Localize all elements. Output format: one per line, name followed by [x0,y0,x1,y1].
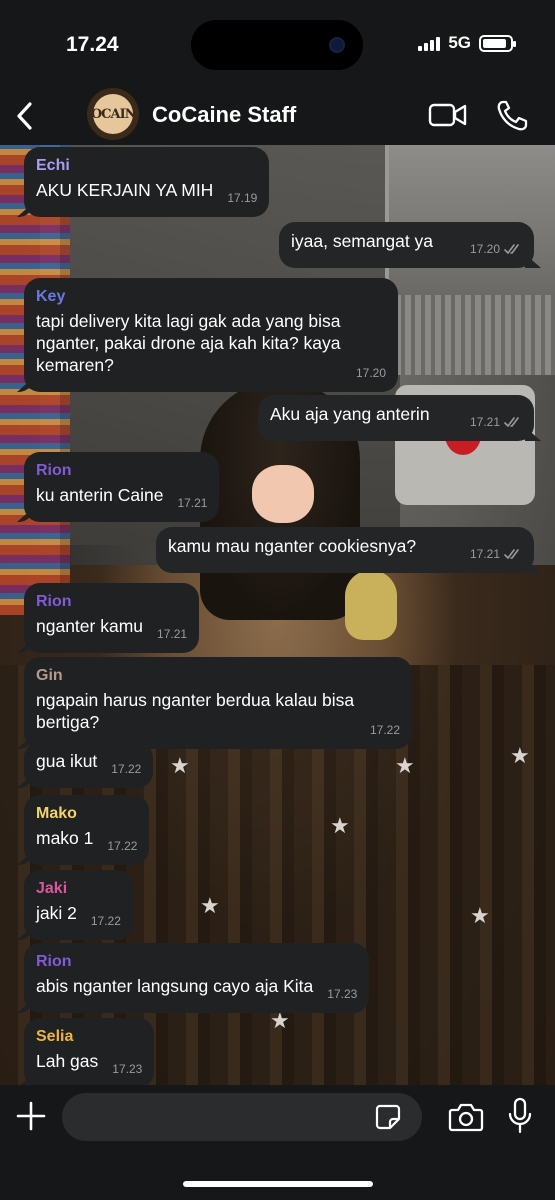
message-timestamp: 17.22 [369,723,400,737]
message-timestamp: 17.22 [107,839,138,853]
message-text: ku anterin Caine [36,485,164,505]
message-timestamp: 17.23 [112,1062,143,1076]
message-timestamp: 17.19 [227,191,258,205]
incoming-message[interactable]: Rion ku anterin Caine 17.21 [24,452,220,522]
message-timestamp: 17.20 [469,242,500,256]
chevron-left-icon[interactable] [12,100,38,132]
incoming-message[interactable]: Gin ngapain harus nganter berdua kalau bi… [24,657,412,749]
message-text: AKU KERJAIN YA MIH [36,180,214,200]
microphone-icon[interactable] [507,1097,533,1135]
message-timestamp: 17.22 [111,762,142,776]
home-indicator [183,1181,373,1187]
incoming-message[interactable]: Echi AKU KERJAIN YA MIH 17.19 [24,147,270,217]
message-text: kamu mau nganter cookiesnya? [168,536,417,556]
message-text: jaki 2 [36,903,77,923]
incoming-message[interactable]: Rion abis nganter langsung cayo aja Kita 1… [24,943,370,1013]
incoming-message[interactable]: Jaki jaki 2 17.22 [24,870,133,940]
message-timestamp: 17.23 [327,987,358,1001]
sender-name[interactable]: Selia [36,1026,142,1048]
plus-icon[interactable] [14,1099,48,1133]
incoming-message[interactable]: Selia Lah gas 17.23 [24,1018,155,1088]
message-text: gua ikut [36,751,98,771]
message-text: iyaa, semangat ya [291,231,434,251]
sender-name[interactable]: Key [36,286,386,308]
message-timestamp: 17.20 [355,366,386,380]
camera-icon[interactable] [448,1102,484,1132]
message-text: nganter kamu [36,616,144,636]
message-list[interactable]: Echi AKU KERJAIN YA MIH 17.19 iyaa, semanga… [0,145,555,1088]
incoming-message[interactable]: Key tapi delivery kita lagi gak ada yang … [24,278,398,392]
composer-bar [0,1085,555,1200]
signal-icon [418,35,441,51]
message-timestamp: 17.22 [90,914,121,928]
incoming-message[interactable]: Rion nganter kamu 17.21 [24,583,200,653]
incoming-message[interactable]: gua ikut 17.22 [24,742,154,788]
double-check-icon [504,549,519,559]
video-camera-icon[interactable] [428,98,468,132]
sticker-icon[interactable] [375,1104,401,1130]
message-timestamp: 17.21 [177,496,208,510]
sender-name[interactable]: Mako [36,803,137,825]
dynamic-island [191,20,363,70]
outgoing-message[interactable]: Aku aja yang anterin 17.21 [258,395,534,441]
message-input[interactable] [62,1093,422,1141]
message-text: Lah gas [36,1051,99,1071]
chat-header: COCAINE CoCaine Staff [0,88,555,145]
sender-name[interactable]: Rion [36,460,207,482]
sender-name[interactable]: Rion [36,951,357,973]
group-avatar[interactable]: COCAINE [87,88,139,140]
clock: 17.24 [66,33,119,56]
message-timestamp: 17.21 [469,415,500,429]
message-text: mako 1 [36,828,94,848]
sender-name[interactable]: Jaki [36,878,121,900]
network-label: 5G [448,33,471,52]
outgoing-message[interactable]: kamu mau nganter cookiesnya? 17.21 [156,527,534,573]
message-text: tapi delivery kita lagi gak ada yang bis… [36,311,341,375]
phone-icon[interactable] [494,98,534,132]
battery-icon [479,34,516,52]
message-text: Aku aja yang anterin [270,404,430,424]
status-bar: 17.24 5G [0,0,555,88]
message-timestamp: 17.21 [469,547,500,561]
message-text: ngapain harus nganter berdua kalau bisa … [36,690,355,732]
double-check-icon [504,417,519,427]
message-text: abis nganter langsung cayo aja Kita [36,976,314,996]
double-check-icon [504,244,519,254]
sender-name[interactable]: Rion [36,591,187,613]
sender-name[interactable]: Gin [36,665,400,687]
outgoing-message[interactable]: iyaa, semangat ya 17.20 [279,222,534,268]
chat-title[interactable]: CoCaine Staff [152,102,296,128]
incoming-message[interactable]: Mako mako 1 17.22 [24,795,150,865]
message-timestamp: 17.21 [157,627,188,641]
sender-name[interactable]: Echi [36,155,257,177]
